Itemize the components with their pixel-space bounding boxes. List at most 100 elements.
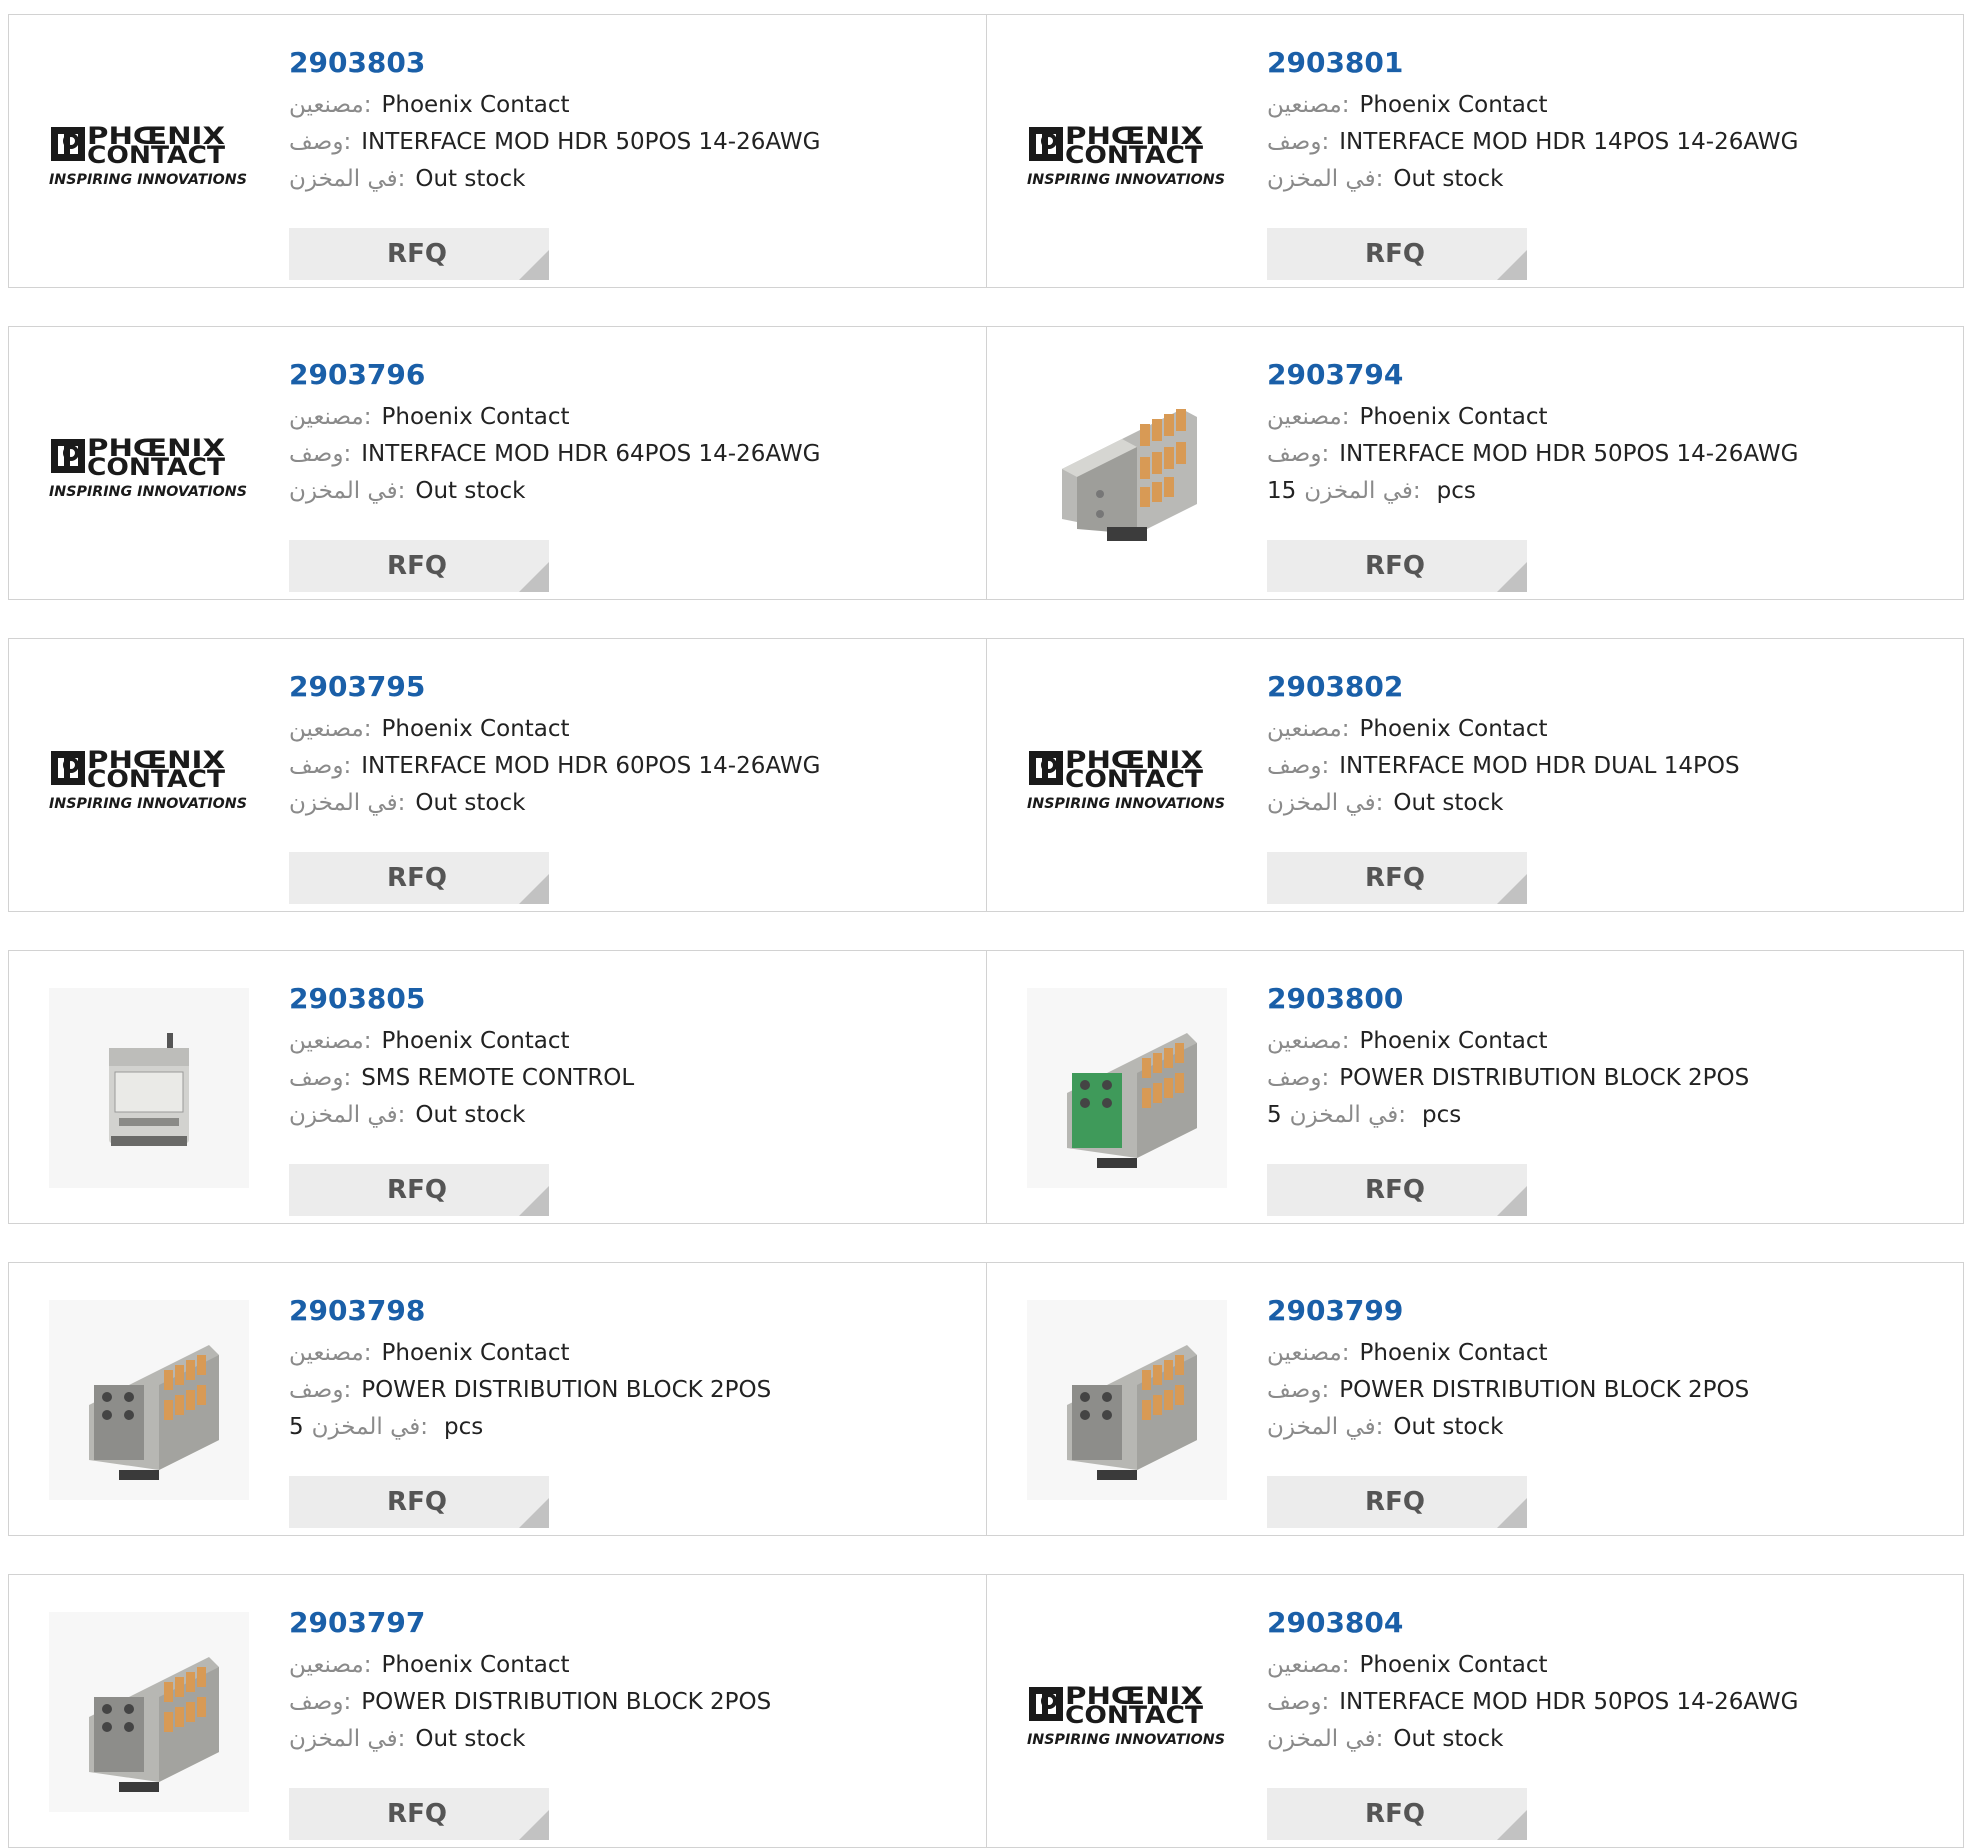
button-corner-decoration (1497, 1186, 1527, 1216)
stock-label: في المخزن: (1289, 1102, 1406, 1128)
rfq-button-label: RFQ (1365, 1175, 1425, 1205)
rfq-button-label: RFQ (387, 1799, 447, 1829)
stock-line: في المخزن: Out stock (289, 161, 820, 198)
product-card: PHŒNIX CONTACT INSPIRING INNOVATIONS 290… (9, 15, 986, 287)
description-label: وصف: (1267, 1065, 1330, 1091)
part-number-link[interactable]: 2903795 (289, 669, 820, 711)
product-image[interactable] (1027, 988, 1227, 1188)
part-number-link[interactable]: 2903803 (289, 45, 820, 87)
distribution-block-image (1027, 1300, 1227, 1500)
logo-text-contact: CONTACT (1065, 141, 1204, 169)
product-image[interactable] (49, 988, 249, 1188)
description-line: وصف: POWER DISTRIBUTION BLOCK 2POS (289, 1372, 771, 1409)
description-label: وصف: (1267, 1377, 1330, 1403)
product-card: PHŒNIX CONTACT INSPIRING INNOVATIONS 290… (9, 639, 986, 911)
product-row: 2903798 مصنعين: Phoenix Contact وصف: POWER… (8, 1262, 1964, 1536)
product-image[interactable]: PHŒNIX CONTACT INSPIRING INNOVATIONS (49, 676, 249, 876)
manufacturer-value: Phoenix Contact (1359, 404, 1548, 430)
rfq-button[interactable]: RFQ (289, 1476, 549, 1528)
rfq-button[interactable]: RFQ (1267, 540, 1527, 592)
rfq-button[interactable]: RFQ (289, 1788, 549, 1840)
rfq-button-label: RFQ (387, 863, 447, 893)
part-number-link[interactable]: 2903804 (1267, 1605, 1798, 1647)
product-info: 2903803 مصنعين: Phoenix Contact وصف: INTER… (289, 45, 820, 280)
manufacturer-label: مصنعين: (289, 1652, 372, 1678)
manufacturer-value: Phoenix Contact (381, 92, 570, 118)
manufacturer-label: مصنعين: (289, 1028, 372, 1054)
product-card: 2903800 مصنعين: Phoenix Contact وصف: POWER… (986, 951, 1963, 1223)
phoenix-contact-logo: PHŒNIX CONTACT INSPIRING INNOVATIONS (49, 122, 247, 188)
product-image[interactable] (49, 1612, 249, 1812)
stock-line: في المخزن: Out stock (289, 785, 820, 822)
stock-line: في المخزن: Out stock (1267, 161, 1798, 198)
logo-tagline: INSPIRING INNOVATIONS (1027, 1732, 1225, 1748)
part-number-link[interactable]: 2903800 (1267, 981, 1749, 1023)
manufacturer-label: مصنعين: (289, 1340, 372, 1366)
product-image[interactable]: PHŒNIX CONTACT INSPIRING INNOVATIONS (1027, 52, 1227, 252)
product-image[interactable]: PHŒNIX CONTACT INSPIRING INNOVATIONS (1027, 1612, 1227, 1812)
product-image[interactable]: PHŒNIX CONTACT INSPIRING INNOVATIONS (49, 52, 249, 252)
manufacturer-line: مصنعين: Phoenix Contact (289, 711, 820, 748)
manufacturer-line: مصنعين: Phoenix Contact (289, 399, 820, 436)
product-image[interactable] (49, 1300, 249, 1500)
button-corner-decoration (1497, 1498, 1527, 1528)
rfq-button[interactable]: RFQ (289, 852, 549, 904)
part-number-link[interactable]: 2903796 (289, 357, 820, 399)
rfq-button[interactable]: RFQ (1267, 1788, 1527, 1840)
stock-value: Out stock (1393, 1414, 1504, 1440)
rfq-button[interactable]: RFQ (1267, 1164, 1527, 1216)
product-image[interactable] (1027, 1300, 1227, 1500)
stock-value: Out stock (415, 166, 526, 192)
stock-label: في المخزن: (1304, 478, 1421, 504)
product-image[interactable] (1027, 364, 1227, 564)
rfq-button[interactable]: RFQ (289, 540, 549, 592)
distribution-block-image (1027, 988, 1227, 1188)
product-info: 2903799 مصنعين: Phoenix Contact وصف: POWER… (1267, 1293, 1749, 1528)
button-corner-decoration (519, 1186, 549, 1216)
manufacturer-value: Phoenix Contact (381, 716, 570, 742)
rfq-button[interactable]: RFQ (289, 228, 549, 280)
description-value: POWER DISTRIBUTION BLOCK 2POS (1339, 1065, 1750, 1091)
stock-value: Out stock (1393, 1726, 1504, 1752)
product-row: PHŒNIX CONTACT INSPIRING INNOVATIONS 290… (8, 326, 1964, 600)
description-value: POWER DISTRIBUTION BLOCK 2POS (1339, 1377, 1750, 1403)
description-label: وصف: (289, 753, 352, 779)
description-label: وصف: (289, 1689, 352, 1715)
rfq-button[interactable]: RFQ (1267, 228, 1527, 280)
product-card: 2903797 مصنعين: Phoenix Contact وصف: POWER… (9, 1575, 986, 1847)
logo-tagline: INSPIRING INNOVATIONS (49, 484, 247, 500)
description-line: وصف: INTERFACE MOD HDR 50POS 14-26AWG (1267, 1684, 1798, 1721)
part-number-link[interactable]: 2903798 (289, 1293, 771, 1335)
rfq-button[interactable]: RFQ (1267, 1476, 1527, 1528)
logo-tagline: INSPIRING INNOVATIONS (49, 796, 247, 812)
stock-quantity: 5 (289, 1414, 304, 1440)
part-number-link[interactable]: 2903794 (1267, 357, 1798, 399)
stock-value: Out stock (1393, 166, 1504, 192)
logo-text-contact: CONTACT (1065, 765, 1204, 793)
manufacturer-line: مصنعين: Phoenix Contact (1267, 1023, 1749, 1060)
rfq-button-label: RFQ (387, 1487, 447, 1517)
rfq-button[interactable]: RFQ (289, 1164, 549, 1216)
part-number-link[interactable]: 2903797 (289, 1605, 771, 1647)
phoenix-contact-logo: PHŒNIX CONTACT INSPIRING INNOVATIONS (49, 746, 247, 812)
product-card: 2903794 مصنعين: Phoenix Contact وصف: INTER… (986, 327, 1963, 599)
stock-label: في المخزن: (289, 790, 406, 816)
button-corner-decoration (519, 1498, 549, 1528)
button-corner-decoration (1497, 250, 1527, 280)
description-line: وصف: INTERFACE MOD HDR 14POS 14-26AWG (1267, 124, 1798, 161)
rfq-button[interactable]: RFQ (1267, 852, 1527, 904)
part-number-link[interactable]: 2903799 (1267, 1293, 1749, 1335)
stock-line: في المخزن: Out stock (289, 473, 820, 510)
part-number-link[interactable]: 2903802 (1267, 669, 1740, 711)
part-number-link[interactable]: 2903801 (1267, 45, 1798, 87)
button-corner-decoration (519, 562, 549, 592)
part-number-link[interactable]: 2903805 (289, 981, 634, 1023)
product-image[interactable]: PHŒNIX CONTACT INSPIRING INNOVATIONS (1027, 676, 1227, 876)
manufacturer-line: مصنعين: Phoenix Contact (1267, 1335, 1749, 1372)
product-row: 2903797 مصنعين: Phoenix Contact وصف: POWER… (8, 1574, 1964, 1848)
manufacturer-line: مصنعين: Phoenix Contact (289, 87, 820, 124)
description-line: وصف: POWER DISTRIBUTION BLOCK 2POS (1267, 1372, 1749, 1409)
manufacturer-label: مصنعين: (289, 716, 372, 742)
product-image[interactable]: PHŒNIX CONTACT INSPIRING INNOVATIONS (49, 364, 249, 564)
manufacturer-label: مصنعين: (1267, 92, 1350, 118)
